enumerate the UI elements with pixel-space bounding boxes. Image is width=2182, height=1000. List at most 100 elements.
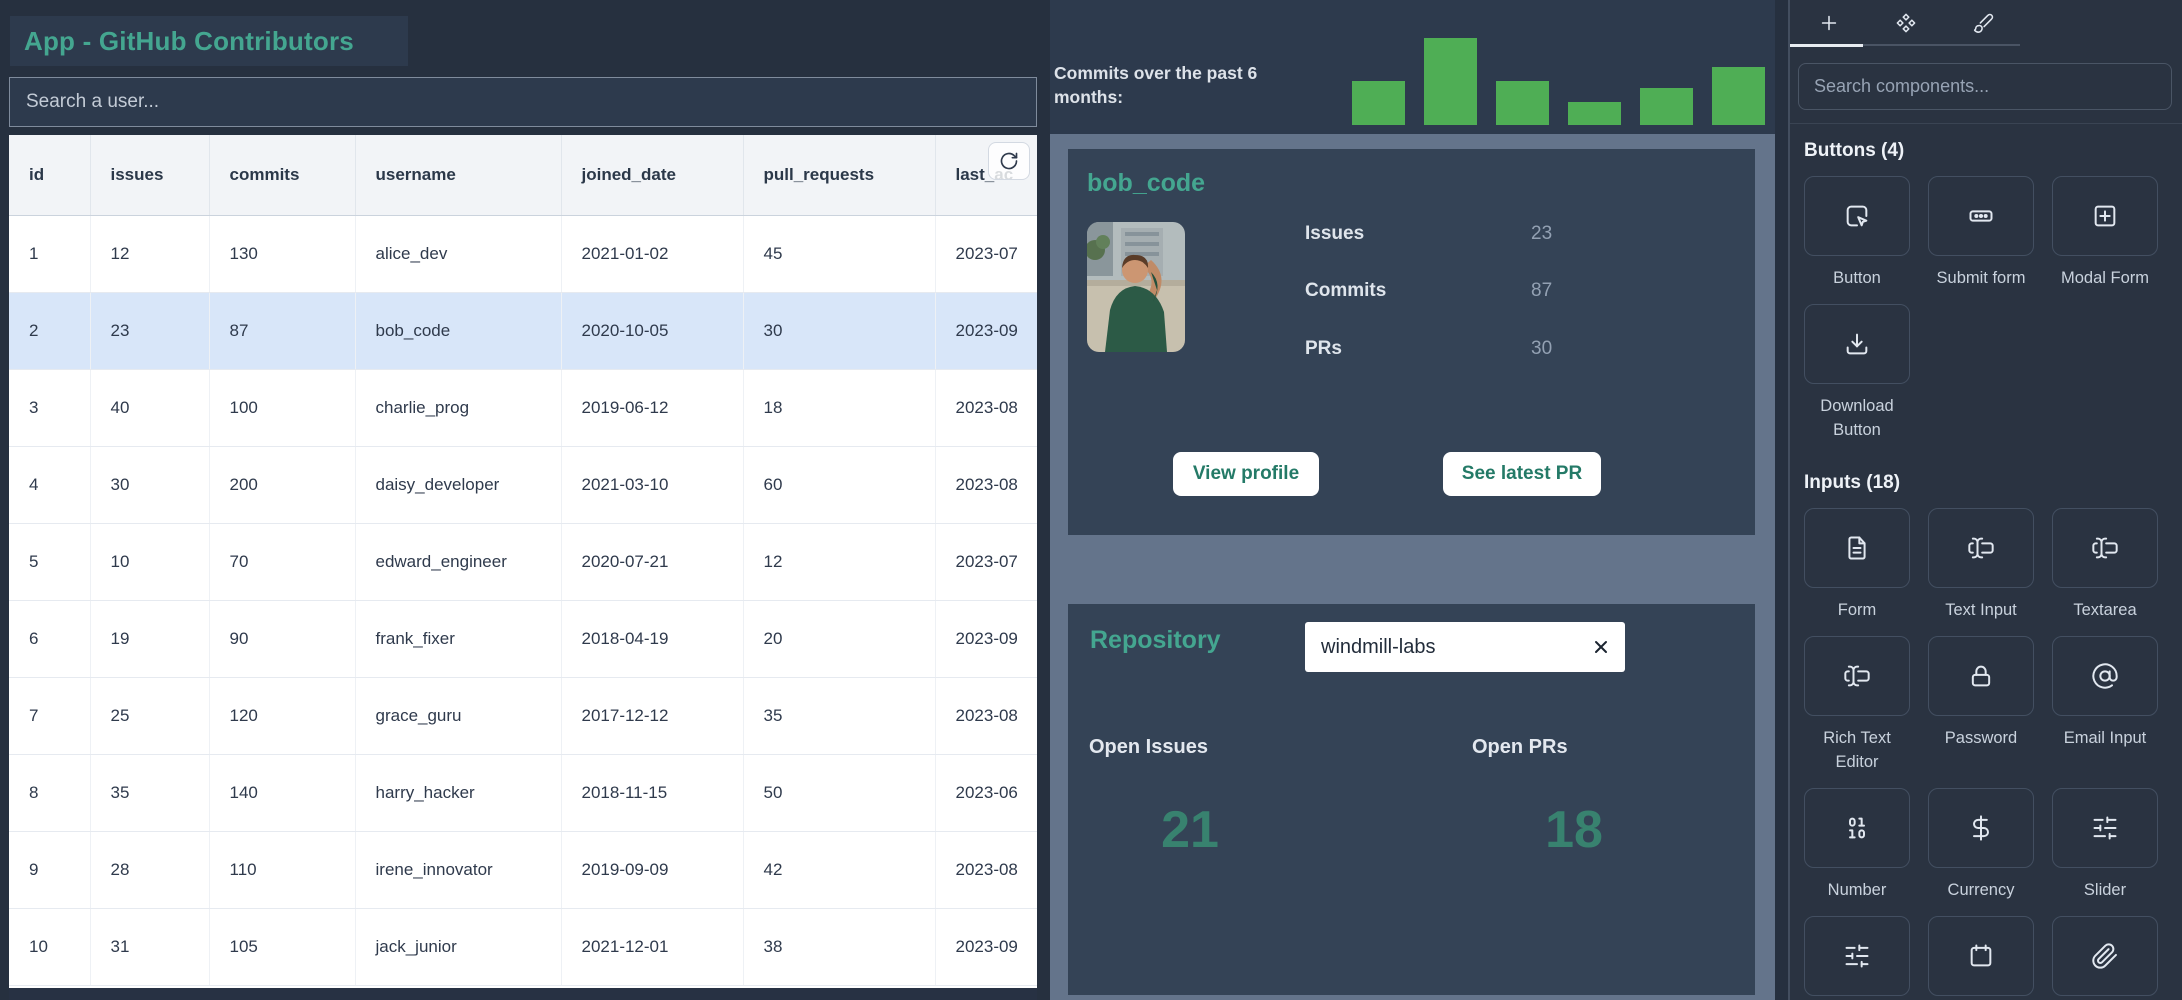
component-card[interactable] xyxy=(2052,636,2158,716)
component-card[interactable] xyxy=(1928,788,2034,868)
component-item-number[interactable]: Number xyxy=(1804,788,1910,902)
component-card[interactable] xyxy=(2052,176,2158,256)
component-item-paperclip[interactable] xyxy=(2052,916,2158,1000)
component-label: Button xyxy=(1804,266,1910,290)
table-cell: 120 xyxy=(209,677,355,754)
table-cell: 6 xyxy=(9,600,90,677)
component-item-modal-form[interactable]: Modal Form xyxy=(2052,176,2158,290)
component-card[interactable] xyxy=(2052,508,2158,588)
repository-input[interactable] xyxy=(1319,635,1591,660)
component-label: Number xyxy=(1804,878,1910,902)
text-cursor-icon xyxy=(1843,662,1871,690)
table-cell: 90 xyxy=(209,600,355,677)
sliders-icon xyxy=(1843,942,1871,970)
commit-bar xyxy=(1712,67,1765,125)
table-cell: 7 xyxy=(9,677,90,754)
component-card[interactable] xyxy=(1928,176,2034,256)
text-cursor-icon xyxy=(2091,534,2119,562)
plus-icon xyxy=(1818,12,1840,34)
table-cell: 31 xyxy=(90,908,209,985)
component-card[interactable] xyxy=(2052,788,2158,868)
component-card[interactable] xyxy=(1928,916,2034,996)
table-row[interactable]: 1031105jack_junior2021-12-01382023-09 xyxy=(9,908,1037,985)
table-row[interactable]: 835140harry_hacker2018-11-15502023-06 xyxy=(9,754,1037,831)
component-item-password[interactable]: Password xyxy=(1928,636,2034,750)
table-row[interactable]: 928110irene_innovator2019-09-09422023-08 xyxy=(9,831,1037,908)
active-tab-underline xyxy=(1790,44,1863,47)
table-row[interactable]: 51070edward_engineer2020-07-21122023-07 xyxy=(9,523,1037,600)
column-header-id: id xyxy=(9,135,90,215)
component-label: Email Input xyxy=(2052,726,2158,750)
file-text-icon xyxy=(1843,534,1871,562)
component-card[interactable] xyxy=(1928,636,2034,716)
component-card[interactable] xyxy=(1804,636,1910,716)
table-cell: 10 xyxy=(90,523,209,600)
paperclip-icon xyxy=(2091,942,2119,970)
component-label: Modal Form xyxy=(2052,266,2158,290)
component-card[interactable] xyxy=(1804,788,1910,868)
clear-input-icon[interactable] xyxy=(1591,637,1611,657)
stat-row-prs: PRs30 xyxy=(1305,338,1552,366)
sidebar-tab-components[interactable] xyxy=(1867,0,1944,46)
table-row[interactable]: 112130alice_dev2021-01-02452023-07 xyxy=(9,215,1037,292)
table-header: idissuescommitsusernamejoined_datepull_r… xyxy=(9,135,1037,215)
contributor-card: bob_code xyxy=(1068,149,1755,535)
component-item-button[interactable]: Button xyxy=(1804,176,1910,290)
table-row[interactable]: 22387bob_code2020-10-05302023-09 xyxy=(9,292,1037,369)
table-cell: 30 xyxy=(90,446,209,523)
see-latest-pr-button[interactable]: See latest PR xyxy=(1443,452,1601,496)
detail-panel: bob_code xyxy=(1050,134,1775,1000)
component-item-rich-text-editor[interactable]: Rich Text Editor xyxy=(1804,636,1910,774)
table-row[interactable]: 61990frank_fixer2018-04-19202023-09 xyxy=(9,600,1037,677)
column-header-username: username xyxy=(355,135,561,215)
table-cell: 2 xyxy=(9,292,90,369)
component-item-sliders[interactable] xyxy=(1804,916,1910,1000)
component-item-calendar[interactable] xyxy=(1928,916,2034,1000)
component-card[interactable] xyxy=(1804,176,1910,256)
sidebar-tab-paintbrush[interactable] xyxy=(1944,0,2021,46)
component-item-textarea[interactable]: Textarea xyxy=(2052,508,2158,622)
lock-icon xyxy=(1967,662,1995,690)
stat-label: PRs xyxy=(1305,338,1531,366)
sidebar-divider xyxy=(1790,123,2182,124)
section-title: Inputs (18) xyxy=(1804,472,2168,494)
refresh-icon xyxy=(999,151,1019,171)
table-cell: 45 xyxy=(743,215,935,292)
dollar-icon xyxy=(1967,814,1995,842)
search-user-input[interactable] xyxy=(9,77,1037,127)
column-header-commits: commits xyxy=(209,135,355,215)
table-cell: 5 xyxy=(9,523,90,600)
component-item-currency[interactable]: Currency xyxy=(1928,788,2034,902)
component-item-form[interactable]: Form xyxy=(1804,508,1910,622)
component-item-text-input[interactable]: Text Input xyxy=(1928,508,2034,622)
component-card[interactable] xyxy=(1804,304,1910,384)
component-card[interactable] xyxy=(1804,916,1910,996)
component-item-download-button[interactable]: Download Button xyxy=(1804,304,1910,442)
table-cell: 200 xyxy=(209,446,355,523)
search-components-input[interactable] xyxy=(1798,63,2172,110)
component-item-submit-form[interactable]: Submit form xyxy=(1928,176,2034,290)
component-card[interactable] xyxy=(2052,916,2158,996)
column-header-pull_requests: pull_requests xyxy=(743,135,935,215)
table-cell: 2023-09 xyxy=(935,908,1037,985)
table-row[interactable]: 430200daisy_developer2021-03-10602023-08 xyxy=(9,446,1037,523)
table-row[interactable]: 725120grace_guru2017-12-12352023-08 xyxy=(9,677,1037,754)
component-item-slider[interactable]: Slider xyxy=(2052,788,2158,902)
component-card[interactable] xyxy=(1928,508,2034,588)
table-scrollbar-track[interactable] xyxy=(9,988,1037,1000)
component-item-email-input[interactable]: Email Input xyxy=(2052,636,2158,750)
paintbrush-icon xyxy=(1972,12,1994,34)
page-title-block: App - GitHub Contributors xyxy=(10,16,408,66)
sliders-icon xyxy=(2091,814,2119,842)
table-cell: 25 xyxy=(90,677,209,754)
refresh-table-button[interactable] xyxy=(988,142,1030,180)
table-cell: 20 xyxy=(743,600,935,677)
component-card[interactable] xyxy=(1804,508,1910,588)
table-cell: 12 xyxy=(90,215,209,292)
repository-card: Repository Open Issues Open PRs 21 18 xyxy=(1068,604,1755,995)
table-cell: 2023-08 xyxy=(935,831,1037,908)
view-profile-button[interactable]: View profile xyxy=(1173,452,1319,496)
table-cell: 2023-06 xyxy=(935,754,1037,831)
sidebar-tab-plus[interactable] xyxy=(1790,0,1867,46)
table-row[interactable]: 340100charlie_prog2019-06-12182023-08 xyxy=(9,369,1037,446)
